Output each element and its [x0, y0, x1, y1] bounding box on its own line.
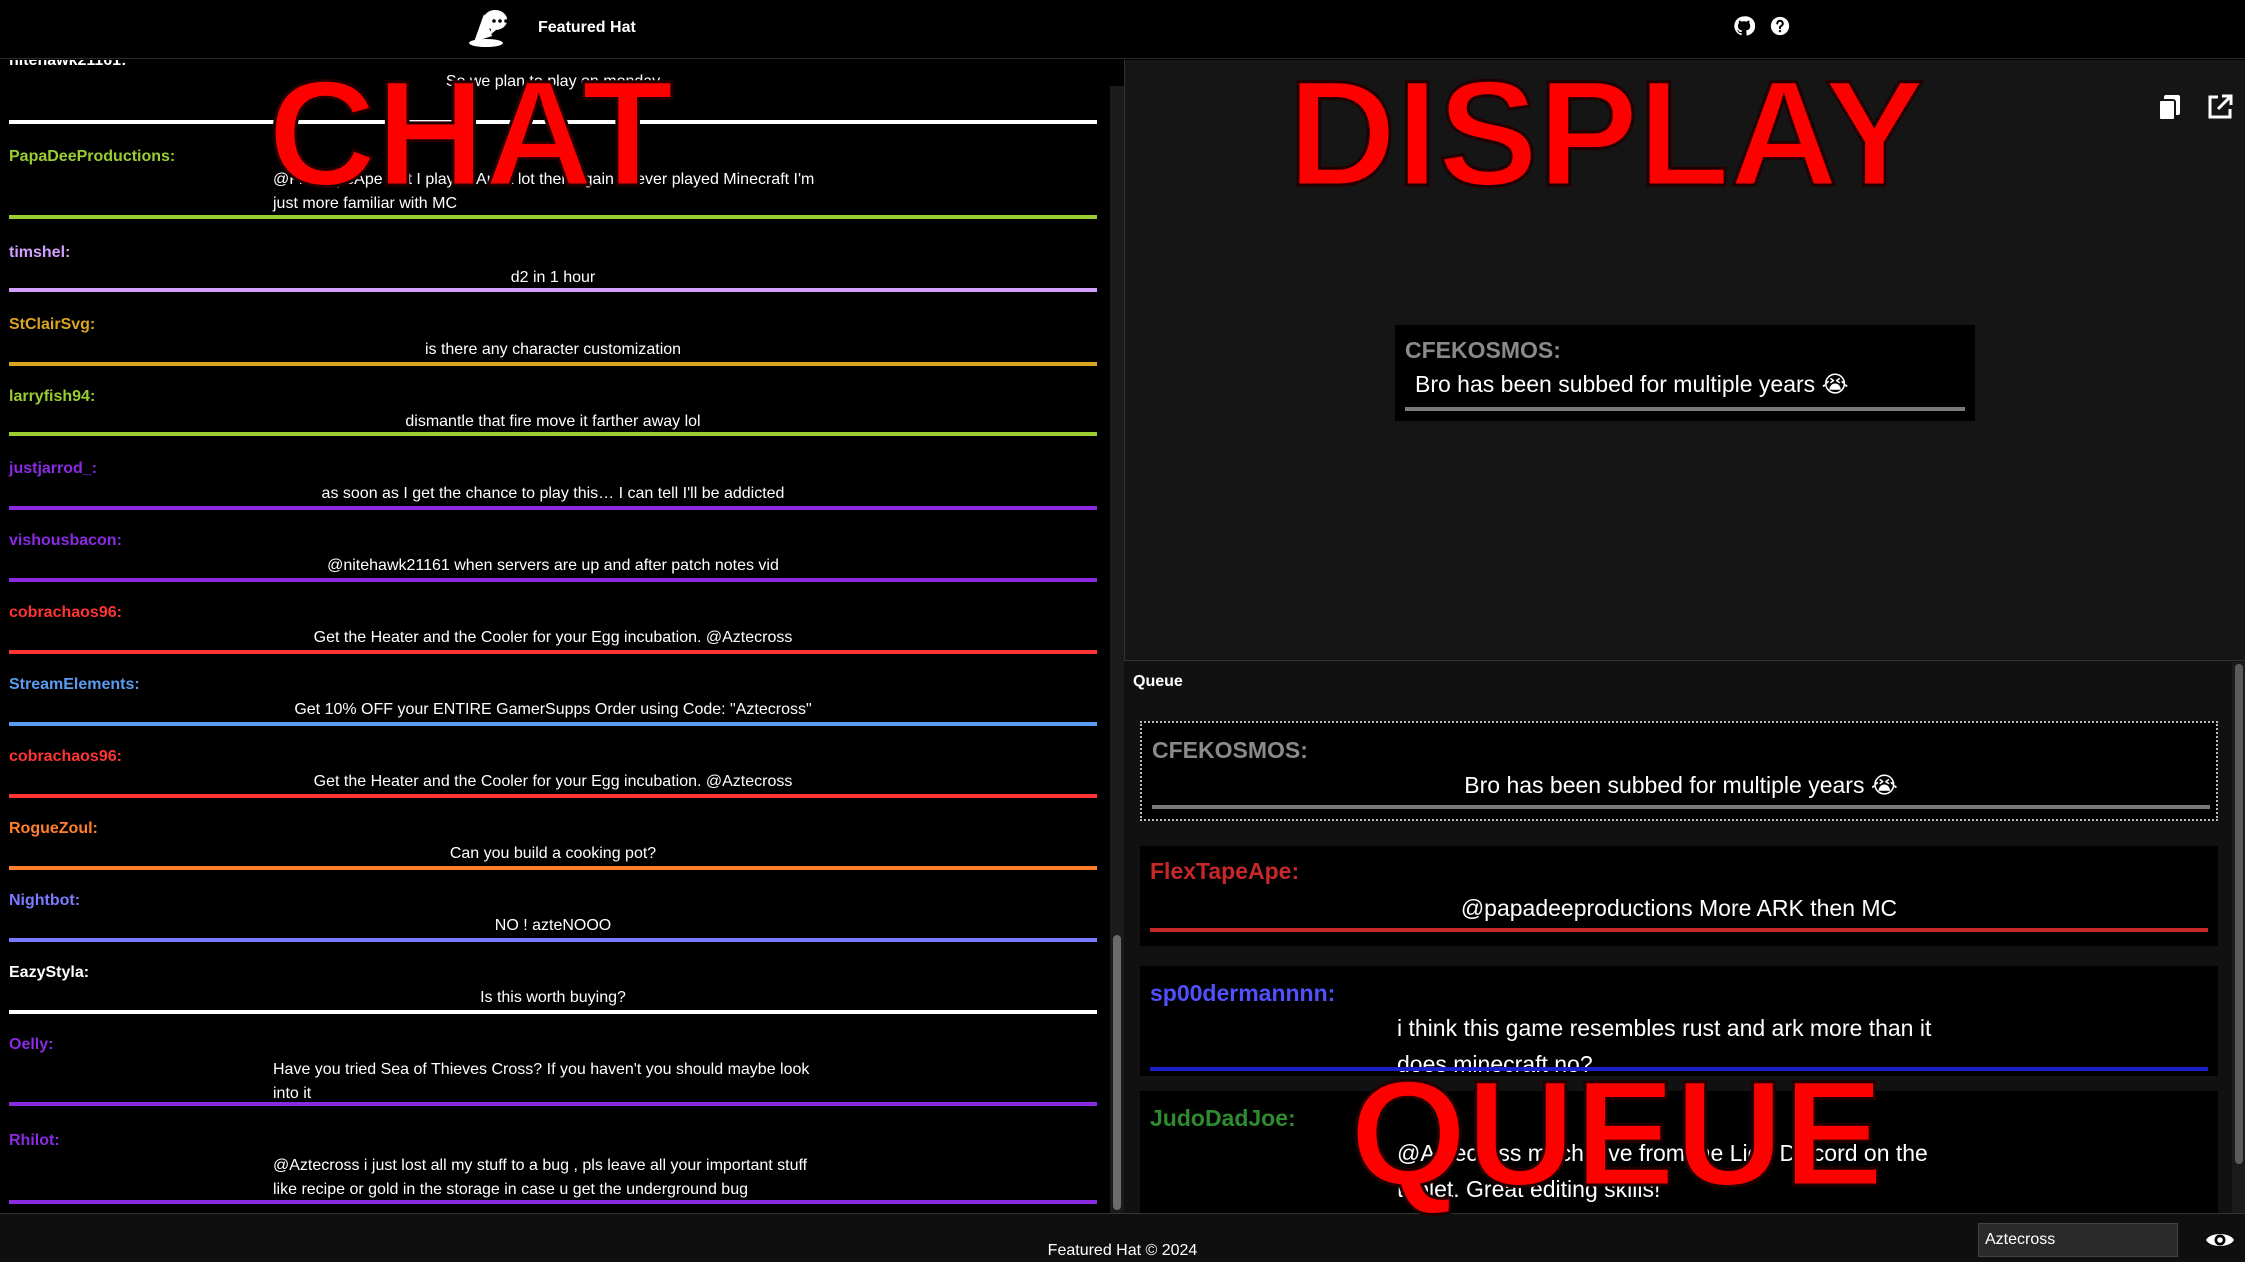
queue-title: Queue	[1133, 673, 1183, 690]
queue-text: @papadeeproductions More ARK then MC	[1460, 895, 1898, 921]
chat-text: Get the Heater and the Cooler for your E…	[313, 773, 793, 790]
queue-username: sp00dermannnn:	[1150, 980, 1336, 1006]
chat-divider	[9, 722, 1097, 726]
chat-text: d2 in 1 hour	[510, 269, 596, 286]
featured-text: Bro has been subbed for multiple years 😭	[1415, 371, 1849, 397]
chat-divider	[9, 866, 1097, 870]
chat-username: larryfish94:	[9, 388, 96, 405]
chat-username: EazyStyla:	[9, 964, 90, 981]
chat-username: cobrachaos96:	[9, 604, 122, 621]
chat-divider	[9, 1010, 1097, 1014]
chat-username: nitehawk21161:	[9, 60, 127, 69]
chat-text: Get the Heater and the Cooler for your E…	[313, 629, 793, 646]
overlay-label-display: DISPLAY	[1286, 49, 1925, 217]
github-icon[interactable]	[1733, 15, 1755, 37]
chat-username: Nightbot:	[9, 892, 81, 909]
queue-text: Bro has been subbed for multiple years 😭	[1464, 772, 1898, 798]
chat-username: vishousbacon:	[9, 532, 122, 549]
queue-username: CFEKOSMOS:	[1152, 737, 1308, 763]
chat-username: StClairSvg:	[9, 316, 96, 333]
chat-divider	[9, 506, 1097, 510]
chat-username: Rhilot:	[9, 1132, 60, 1149]
chat-divider	[9, 362, 1097, 366]
copy-icon[interactable]	[2155, 92, 2185, 122]
chat-username: timshel:	[9, 244, 71, 261]
chat-text: @Aztecross i just lost all my stuff to a…	[273, 1157, 808, 1198]
brand[interactable]: Featured Hat	[466, 6, 636, 50]
featured-message-card: CFEKOSMOS: Bro has been subbed for multi…	[1395, 325, 1975, 421]
chat-feed[interactable]: nitehawk21161: So we plan to play on mond…	[0, 60, 1110, 1213]
overlay-label-queue: QUEUE	[1348, 1049, 1884, 1217]
queue-scrollbar-thumb[interactable]	[2235, 664, 2243, 1164]
featured-username: CFEKOSMOS:	[1405, 337, 1561, 363]
queue-divider	[1152, 805, 2210, 809]
footer-copyright: Featured Hat © 2024	[1047, 1242, 1198, 1259]
chat-username: RogueZoul:	[9, 820, 98, 837]
overlay-label-chat: CHAT	[266, 49, 674, 217]
chat-text: is there any character customization	[424, 341, 682, 358]
chat-username: PapaDeeProductions:	[9, 148, 176, 165]
chat-username: cobrachaos96:	[9, 748, 122, 765]
chat-scrollbar-thumb[interactable]	[1113, 935, 1121, 1210]
featured-divider	[1405, 407, 1965, 411]
chat-text: Get 10% OFF your ENTIRE GamerSupps Order…	[294, 701, 812, 718]
external-link-icon[interactable]	[2205, 92, 2235, 122]
chat-text: as soon as I get the chance to play this…	[321, 485, 785, 502]
chat-username: StreamElements:	[9, 676, 140, 693]
wizard-hat-speech-icon	[469, 10, 508, 47]
chat-divider	[9, 794, 1097, 798]
footer: Featured Hat © 2024	[0, 1213, 2245, 1262]
app-root: Featured Hat nitehawk21161: So we plan to…	[0, 0, 2245, 1262]
chat-divider	[9, 578, 1097, 582]
chat-divider	[9, 1200, 1097, 1204]
chat-divider	[9, 432, 1097, 436]
chat-text: @nitehawk21161 when servers are up and a…	[327, 557, 779, 574]
chat-divider	[9, 1102, 1097, 1106]
chat-text: NO ! azteNOOO	[494, 917, 612, 934]
question-circle-icon[interactable]	[1769, 15, 1791, 37]
channel-input[interactable]	[1978, 1223, 2178, 1257]
header-icon-group	[1733, 15, 1791, 37]
queue-item[interactable]: FlexTapeApe: @papadeeproductions More AR…	[1140, 846, 2218, 946]
queue-item[interactable]: CFEKOSMOS: Bro has been subbed for multi…	[1140, 721, 2218, 821]
queue-username: JudoDadJoe:	[1150, 1105, 1296, 1131]
chat-text: Can you build a cooking pot?	[449, 845, 657, 862]
display-toolbar	[2155, 92, 2235, 122]
chat-username: justjarrod_:	[9, 460, 98, 477]
chat-text: Have you tried Sea of Thieves Cross? If …	[273, 1061, 810, 1102]
app-title: Featured Hat	[538, 19, 636, 36]
chat-text: Is this worth buying?	[480, 989, 626, 1006]
queue-divider	[1150, 928, 2208, 932]
chat-username: Oelly:	[9, 1036, 54, 1053]
chat-divider	[9, 288, 1097, 292]
queue-username: FlexTapeApe:	[1150, 858, 1300, 884]
eye-icon[interactable]	[2205, 1228, 2235, 1252]
chat-divider	[9, 650, 1097, 654]
chat-divider	[9, 938, 1097, 942]
chat-text: dismantle that fire move it farther away…	[405, 413, 701, 430]
